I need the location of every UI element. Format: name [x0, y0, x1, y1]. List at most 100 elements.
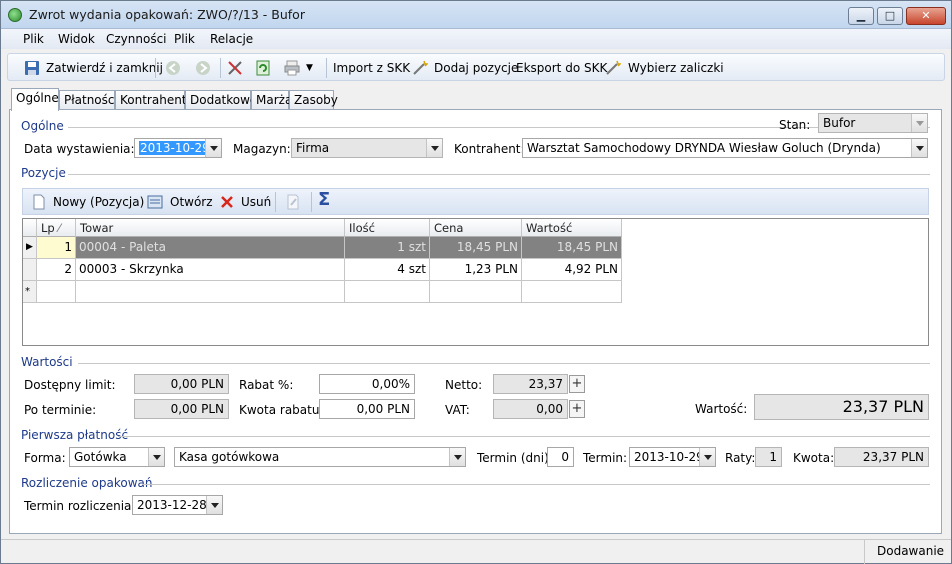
- divider: [142, 484, 930, 485]
- installments-label: Raty:: [725, 451, 756, 465]
- cash-register-select[interactable]: Kasa gotówkowa: [174, 447, 466, 467]
- netto-expand-button[interactable]: +: [569, 375, 585, 393]
- chevron-down-icon[interactable]: [148, 448, 164, 466]
- cell-towar[interactable]: 00004 - Paleta: [76, 237, 345, 259]
- refresh-icon[interactable]: [255, 60, 271, 76]
- edit-icon[interactable]: [285, 194, 301, 210]
- cell-cena[interactable]: 18,45 PLN: [430, 237, 522, 259]
- chevron-down-icon[interactable]: [205, 139, 221, 157]
- cell-cena[interactable]: 1,23 PLN: [430, 259, 522, 281]
- export-skk-button[interactable]: Eksport do SKK: [516, 59, 607, 77]
- new-document-icon: [33, 194, 45, 210]
- payment-days-field[interactable]: 0: [547, 447, 574, 467]
- column-header-wartosc[interactable]: Wartość: [522, 219, 622, 237]
- forward-icon[interactable]: [195, 60, 211, 76]
- tab-marza[interactable]: Marża: [251, 90, 292, 110]
- chevron-down-icon[interactable]: [449, 448, 465, 466]
- menu-bar: Plik Widok Czynności Plik Relacje: [1, 29, 951, 49]
- new-row-asterisk-icon: *: [23, 281, 37, 303]
- menu-relacje[interactable]: Relacje: [210, 32, 253, 46]
- back-icon[interactable]: [165, 60, 181, 76]
- installments-field: 1: [755, 447, 782, 467]
- wand-icon: [606, 60, 621, 75]
- cell-empty[interactable]: [76, 281, 345, 303]
- delete-button[interactable]: Usuń: [241, 193, 271, 211]
- import-skk-button[interactable]: Import z SKK: [333, 59, 410, 77]
- delete-icon: [221, 196, 233, 208]
- cell-empty[interactable]: [522, 281, 622, 303]
- menu-plik-2[interactable]: Plik: [174, 32, 195, 46]
- payment-term-label: Termin:: [583, 451, 628, 465]
- positions-toolbar: Nowy (Pozycja) Otwórz Usuń Σ: [22, 188, 929, 215]
- cell-lp[interactable]: 1: [37, 237, 76, 259]
- column-header-ilosc[interactable]: Ilość: [345, 219, 430, 237]
- discount-amt-label: Kwota rabatu:: [239, 403, 324, 417]
- cell-empty[interactable]: [345, 281, 430, 303]
- choose-advance-button[interactable]: Wybierz zaliczki: [628, 59, 724, 77]
- tab-ogolne[interactable]: Ogólne: [11, 88, 59, 111]
- cell-empty[interactable]: [37, 281, 76, 303]
- cell-wartosc[interactable]: 18,45 PLN: [522, 237, 622, 259]
- toolbar-separator: [326, 58, 327, 78]
- stan-label: Stan:: [779, 118, 811, 132]
- column-header-cena[interactable]: Cena: [430, 219, 522, 237]
- add-items-button[interactable]: Dodaj pozycje: [434, 59, 518, 77]
- settlement-term-field[interactable]: 2013-12-28: [132, 495, 223, 515]
- chevron-down-icon[interactable]: [699, 448, 715, 466]
- open-icon: [147, 195, 163, 209]
- cell-ilosc[interactable]: 1 szt: [345, 237, 430, 259]
- column-header-towar[interactable]: Towar: [76, 219, 345, 237]
- title-bar: Zwrot wydania opakowań: ZWO/?/13 - Bufor…: [1, 1, 951, 29]
- payment-form-select[interactable]: Gotówka: [69, 447, 165, 467]
- cell-wartosc[interactable]: 4,92 PLN: [522, 259, 622, 281]
- discount-amt-field[interactable]: 0,00 PLN: [319, 399, 415, 419]
- tab-kontrahent[interactable]: Kontrahent: [115, 90, 187, 110]
- column-header-lp[interactable]: Lp ⁄: [37, 219, 76, 237]
- save-close-button[interactable]: Zatwierdź i zamknij: [46, 59, 163, 77]
- contractor-select[interactable]: Warsztat Samochodowy DRYNDA Wiesław Golu…: [522, 138, 928, 158]
- netto-label: Netto:: [445, 378, 483, 392]
- tab-dodatkowe[interactable]: Dodatkowe: [185, 90, 257, 110]
- current-row-arrow-icon: ▶: [23, 237, 37, 259]
- open-button[interactable]: Otwórz: [170, 193, 213, 211]
- chevron-down-icon[interactable]: [911, 139, 927, 157]
- chevron-down-icon[interactable]: [206, 496, 222, 514]
- save-icon: [25, 61, 39, 75]
- group-payment-label: Pierwsza płatność: [21, 428, 129, 442]
- cell-towar[interactable]: 00003 - Skrzynka: [76, 259, 345, 281]
- close-button[interactable]: ✕: [906, 7, 946, 25]
- menu-plik[interactable]: Plik: [23, 32, 44, 46]
- tools-icon[interactable]: [227, 60, 243, 76]
- document-window: Zwrot wydania opakowań: ZWO/?/13 - Bufor…: [0, 0, 952, 564]
- minimize-button[interactable]: ▁: [848, 7, 874, 25]
- date-label: Data wystawienia:: [24, 142, 135, 156]
- chevron-down-icon[interactable]: [426, 139, 442, 157]
- cell-ilosc[interactable]: 4 szt: [345, 259, 430, 281]
- sum-icon[interactable]: Σ: [318, 191, 330, 209]
- date-field[interactable]: 2013-10-29: [134, 138, 222, 158]
- vat-field: 0,00: [493, 399, 568, 419]
- payment-term-field[interactable]: 2013-10-29: [629, 447, 716, 467]
- group-values-label: Wartości: [21, 355, 73, 369]
- divider: [68, 174, 930, 175]
- limit-field: 0,00 PLN: [134, 374, 229, 394]
- wand-icon: [413, 60, 428, 75]
- discount-pct-field[interactable]: 0,00%: [319, 374, 415, 394]
- warehouse-select[interactable]: Firma: [291, 138, 443, 158]
- tab-zasoby[interactable]: Zasoby: [289, 90, 338, 110]
- cell-lp[interactable]: 2: [37, 259, 76, 281]
- new-position-button[interactable]: Nowy (Pozycja): [53, 193, 144, 211]
- discount-pct-label: Rabat %:: [239, 378, 294, 392]
- menu-widok[interactable]: Widok: [58, 32, 95, 46]
- print-dropdown-icon[interactable]: ▼: [306, 59, 313, 77]
- print-icon[interactable]: [284, 60, 300, 76]
- positions-grid: Lp ⁄ Towar Ilość Cena Wartość ▶ 1 00004 …: [22, 218, 929, 346]
- group-positions-label: Pozycje: [21, 166, 66, 180]
- status-mode: Dodawanie: [877, 544, 945, 558]
- maximize-button[interactable]: □: [877, 7, 903, 25]
- menu-czynnosci[interactable]: Czynności: [106, 32, 167, 46]
- tab-platnosci[interactable]: Płatności: [59, 90, 118, 110]
- vat-expand-button[interactable]: +: [569, 400, 585, 418]
- row-header-corner: [23, 219, 37, 237]
- cell-empty[interactable]: [430, 281, 522, 303]
